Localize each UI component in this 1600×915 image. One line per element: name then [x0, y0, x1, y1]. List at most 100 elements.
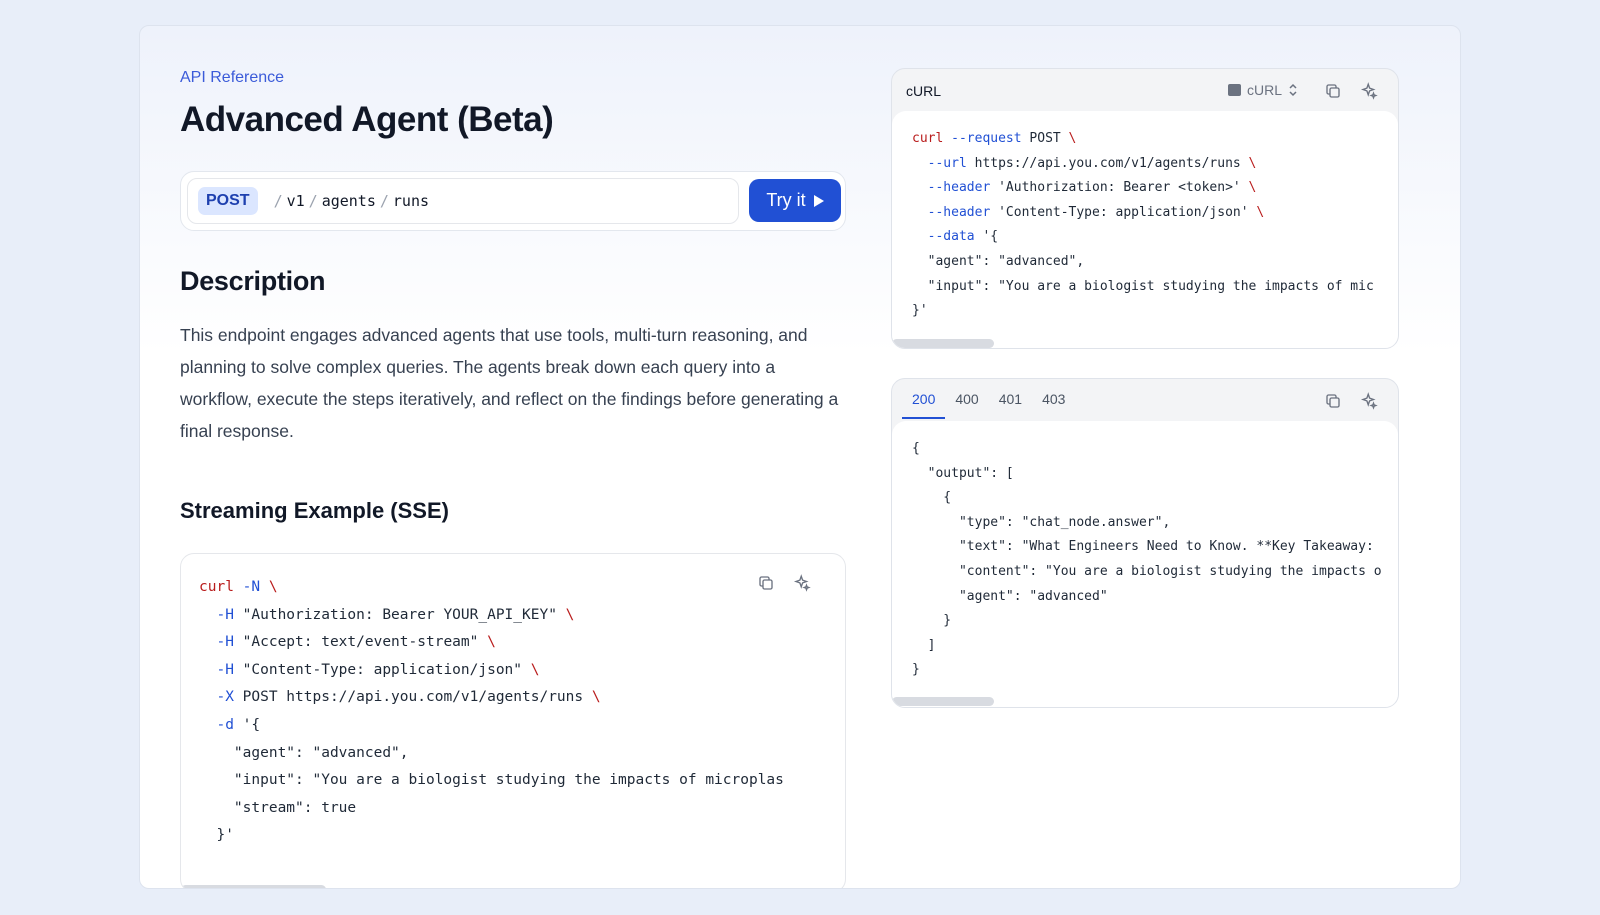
- code-line: curl -N \: [199, 574, 839, 602]
- tab-401[interactable]: 401: [989, 379, 1032, 419]
- code-token: "Accept: text/event-stream": [242, 634, 479, 651]
- code-line: ]: [912, 634, 1392, 659]
- response-example-panel: 200 400 401 403 { "output": [ { "type": …: [891, 378, 1399, 708]
- code-line: -H "Authorization: Bearer YOUR_API_KEY" …: [199, 602, 839, 630]
- code-token: \: [556, 606, 575, 623]
- code-token: "text": "What Engineers Need to Know. **…: [912, 539, 1374, 555]
- code-line: curl --request POST \: [912, 127, 1392, 152]
- code-token: \: [1240, 180, 1257, 196]
- code-token: "stream": true: [199, 799, 357, 816]
- copy-icon[interactable]: [1324, 82, 1342, 100]
- code-token: --request: [951, 131, 1030, 146]
- response-panel-header: 200 400 401 403: [892, 379, 1398, 421]
- code-line: "type": "chat_node.answer",: [912, 511, 1392, 536]
- horizontal-scrollbar[interactable]: [892, 697, 994, 706]
- copy-icon[interactable]: [1324, 392, 1342, 410]
- code-line: -H "Content-Type: application/json" \: [199, 657, 839, 685]
- request-panel-title: cURL: [906, 83, 942, 99]
- code-line: {: [912, 486, 1392, 511]
- tab-200[interactable]: 200: [902, 379, 946, 419]
- code-line: --url https://api.you.com/v1/agents/runs…: [912, 152, 1392, 177]
- code-token: -H: [199, 606, 243, 623]
- response-status-tabs: 200 400 401 403: [902, 379, 1075, 419]
- request-panel-toolbar: [1324, 82, 1378, 100]
- streaming-code-block[interactable]: curl -N \ -H "Authorization: Bearer YOUR…: [199, 574, 839, 850]
- sparkle-icon[interactable]: [1360, 82, 1378, 100]
- terminal-icon: [1228, 84, 1241, 96]
- tab-403[interactable]: 403: [1032, 379, 1075, 419]
- code-line: }: [912, 609, 1392, 634]
- request-code-block[interactable]: curl --request POST \ --url https://api.…: [912, 127, 1392, 324]
- code-line: "content": "You are a biologist studying…: [912, 560, 1392, 585]
- code-line: --header 'Authorization: Bearer <token>'…: [912, 176, 1392, 201]
- code-token: "type": "chat_node.answer",: [912, 514, 1171, 530]
- code-token: curl: [199, 579, 243, 595]
- chevron-up-down-icon: [1289, 83, 1297, 97]
- code-line: --header 'Content-Type: application/json…: [912, 201, 1392, 226]
- language-select-value: cURL: [1247, 82, 1283, 98]
- code-token: '{: [242, 716, 261, 733]
- code-token: -H: [199, 661, 243, 678]
- streaming-code-card: curl -N \ -H "Authorization: Bearer YOUR…: [180, 553, 846, 888]
- tab-400[interactable]: 400: [945, 379, 988, 419]
- streaming-heading: Streaming Example (SSE): [180, 498, 449, 523]
- try-it-button[interactable]: Try it: [749, 179, 841, 222]
- code-line: -H "Accept: text/event-stream" \: [199, 629, 839, 657]
- method-badge: POST: [198, 187, 258, 215]
- code-token: --header: [912, 180, 999, 196]
- code-token: "Authorization: Bearer YOUR_API_KEY": [242, 606, 557, 623]
- code-token: "agent": "advanced",: [912, 253, 1085, 269]
- copy-icon[interactable]: [757, 574, 775, 592]
- code-token: POST https://api.you.com/v1/agents/runs: [242, 689, 584, 706]
- path-separator: /: [379, 192, 389, 210]
- code-line: }: [912, 658, 1392, 683]
- path-separator: /: [273, 192, 283, 210]
- code-token: 'Authorization: Bearer <token>': [998, 180, 1241, 196]
- code-token: --url: [912, 155, 975, 171]
- code-token: "agent": "advanced": [912, 588, 1108, 604]
- code-line: -d '{: [199, 712, 839, 740]
- code-token: '{: [982, 229, 999, 245]
- endpoint-bar: POST / v1 / agents / runs Try it: [180, 171, 846, 231]
- code-token: ]: [912, 637, 936, 653]
- endpoint-path[interactable]: POST / v1 / agents / runs: [187, 178, 739, 224]
- code-token: --data: [912, 229, 983, 245]
- code-token: "input": "You are a biologist studying t…: [199, 772, 784, 789]
- page-title: Advanced Agent (Beta): [180, 100, 554, 139]
- code-token: curl: [912, 131, 952, 146]
- request-panel-header: cURL cURL: [892, 69, 1398, 111]
- response-code-block[interactable]: { "output": [ { "type": "chat_node.answe…: [912, 437, 1392, 683]
- code-token: POST: [1029, 131, 1061, 146]
- horizontal-scrollbar[interactable]: [181, 885, 326, 888]
- code-line: --data '{: [912, 225, 1392, 250]
- code-token: {: [912, 490, 952, 506]
- code-token: "Content-Type: application/json": [242, 661, 523, 678]
- code-token: "input": "You are a biologist studying t…: [912, 278, 1374, 294]
- path-segment-agents: agents: [321, 192, 376, 210]
- code-token: \: [1060, 131, 1077, 146]
- description-text: This endpoint engages advanced agents th…: [180, 325, 839, 441]
- path-segment-runs: runs: [392, 192, 430, 210]
- sparkle-icon[interactable]: [1360, 392, 1378, 410]
- code-token: \: [1248, 204, 1265, 220]
- sparkle-icon[interactable]: [793, 574, 811, 592]
- path-segment-version: v1: [286, 192, 305, 210]
- code-line: }': [912, 299, 1392, 324]
- code-line: -X POST https://api.you.com/v1/agents/ru…: [199, 684, 839, 712]
- code-token: -d: [199, 716, 243, 733]
- code-line: "input": "You are a biologist studying t…: [199, 767, 839, 795]
- language-select[interactable]: cURL: [1228, 82, 1298, 98]
- code-token: \: [522, 661, 540, 678]
- code-line: "text": "What Engineers Need to Know. **…: [912, 535, 1392, 560]
- horizontal-scrollbar[interactable]: [892, 339, 994, 348]
- code-token: \: [1240, 155, 1257, 171]
- code-token: --header: [912, 204, 999, 220]
- code-token: \: [260, 579, 278, 595]
- play-icon: [813, 194, 824, 207]
- code-line: "agent": "advanced",: [199, 740, 839, 768]
- breadcrumb[interactable]: API Reference: [180, 69, 284, 87]
- description-heading: Description: [180, 266, 326, 296]
- code-token: -N: [242, 579, 261, 595]
- api-reference-card: API Reference Advanced Agent (Beta) POST…: [139, 25, 1461, 889]
- request-panel-body: curl --request POST \ --url https://api.…: [892, 111, 1398, 348]
